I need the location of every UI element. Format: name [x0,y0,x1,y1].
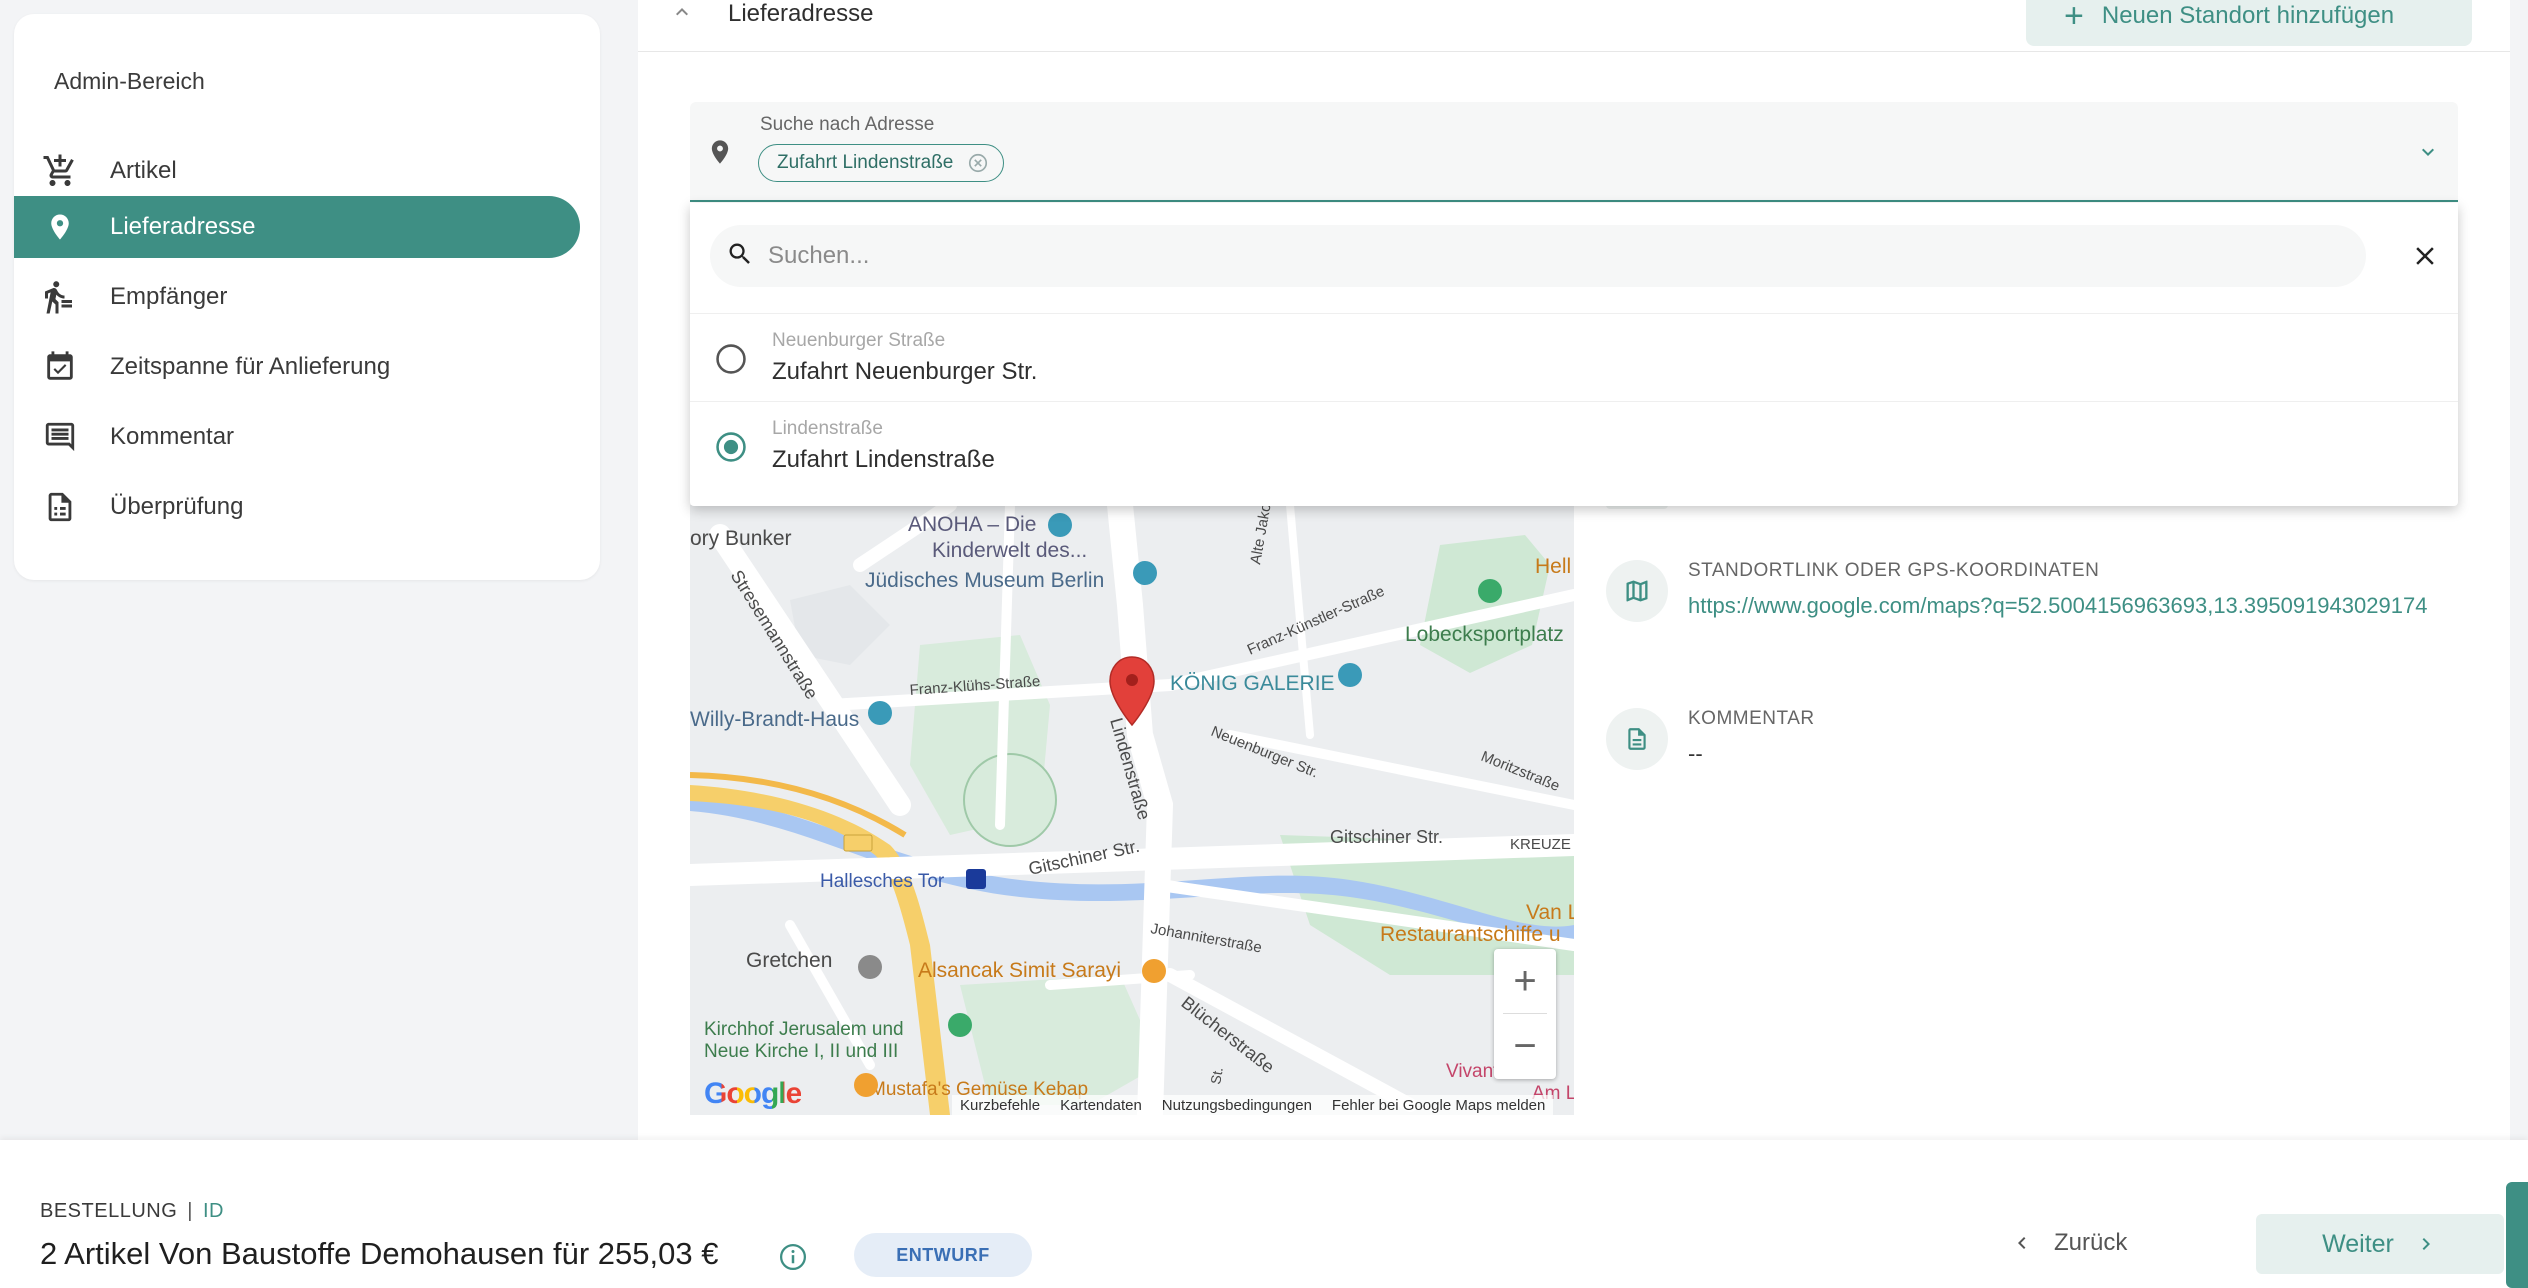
map-pin-icon [40,207,80,247]
cart-plus-icon [40,151,80,191]
sidebar-title: Admin-Bereich [54,68,205,94]
sidebar-item-label: Überprüfung [110,493,244,520]
map-label-anoha: ANOHA – Die [908,513,1036,536]
plus-icon: + [2064,0,2084,35]
sidebar-item-lieferadresse[interactable]: Lieferadresse [14,196,580,258]
document-check-icon [40,487,80,527]
option-street: Lindenstraße [772,418,883,439]
map-label-alsancak: Alsancak Simit Sarayi [918,959,1121,982]
address-field-label: Suche nach Adresse [760,114,935,135]
main-panel: Lieferadresse + Neuen Standort hinzufüge… [638,0,2510,1140]
close-icon[interactable] [2410,241,2440,271]
add-location-label: Neuen Standort hinzufügen [2101,2,2395,29]
document-icon [1606,708,1668,770]
detail-location-link: STANDORTLINK ODER GPS-KOORDINATEN https:… [1606,560,2456,670]
comment-icon [40,417,80,457]
sidebar-item-label: Lieferadresse [110,213,256,240]
next-button[interactable]: Weiter [2256,1214,2504,1274]
map-label-st: St. [1207,1066,1226,1086]
location-link-label: STANDORTLINK ODER GPS-KOORDINATEN [1688,560,2100,581]
order-label-row: BESTELLUNG | ID [40,1200,224,1223]
dropdown-search [710,225,2366,287]
map-footer: Kurzbefehle Kartendaten Nutzungsbedingun… [952,1095,1554,1115]
order-footer: BESTELLUNG | ID 2 Artikel Von Baustoffe De… [0,1140,2528,1288]
map-footer-terms[interactable]: Nutzungsbedingungen [1162,1097,1312,1114]
map-label-lobeck: Lobecksportplatz [1405,623,1564,646]
option-street: Neuenburger Straße [772,330,946,351]
status-badge: ENTWURF [854,1233,1032,1277]
option-label: Zufahrt Lindenstraße [772,446,995,473]
chip-label: Zufahrt Lindenstraße [777,152,954,173]
map-label-anoha2: Kinderwelt des... [932,539,1087,562]
scroll-handle[interactable] [2506,1182,2528,1288]
map-footer-shortcuts[interactable]: Kurzbefehle [960,1097,1040,1114]
search-icon [726,240,754,273]
address-option[interactable]: Lindenstraße Zufahrt Lindenstraße [690,401,2458,489]
remove-chip-icon[interactable] [967,152,989,174]
map-label-kreuz: KREUZE [1510,836,1571,853]
order-id[interactable]: ID [203,1200,224,1222]
sidebar: Admin-Bereich Artikel Lieferadresse Empf… [14,14,600,580]
chevron-up-icon[interactable] [670,0,694,24]
chevron-right-icon [2414,1232,2438,1256]
section-header: Lieferadresse + Neuen Standort hinzufüge… [638,0,2510,52]
map-pin-icon [706,136,734,168]
map-label-gretchen: Gretchen [746,949,832,972]
sidebar-item-label: Zeitspanne für Anlieferung [110,353,391,380]
section-title: Lieferadresse [728,0,874,27]
dropdown-search-input[interactable] [768,242,2268,270]
map-label-willy: Willy-Brandt-Haus [690,708,859,731]
google-logo: Google [704,1077,802,1110]
map-label-van: Van L [1526,901,1574,924]
map-label-museum: Jüdisches Museum Berlin [865,569,1104,592]
sidebar-item-label: Artikel [110,157,177,184]
map[interactable]: ory Bunker ANOHA – Die Kinderwelt des...… [690,505,1574,1115]
chevron-down-icon[interactable] [2416,140,2440,164]
address-search-field[interactable]: Suche nach Adresse Zufahrt Lindenstraße [690,102,2458,202]
map-label-kirchhof2: Neue Kirche I, II und III [704,1041,898,1062]
order-title: 2 Artikel Von Baustoffe Demohausen für 2… [40,1236,719,1271]
map-zoom-control: + − [1494,949,1556,1079]
order-label: BESTELLUNG [40,1200,178,1222]
map-icon [1606,560,1668,622]
sidebar-item-empfaenger[interactable]: Empfänger [14,266,580,328]
person-walking-icon [40,277,80,317]
order-separator: | [187,1200,193,1222]
sidebar-item-artikel[interactable]: Artikel [14,140,580,202]
comment-label: KOMMENTAR [1688,708,1815,729]
selected-address-chip: Zufahrt Lindenstraße [758,144,1005,182]
map-label-bunker: ory Bunker [690,527,792,550]
chevron-left-icon [2010,1231,2034,1255]
calendar-check-icon [40,347,80,387]
sidebar-item-ueberpruefung[interactable]: Überprüfung [14,476,580,538]
radio-checked-icon[interactable] [714,430,748,464]
back-label: Zurück [2054,1229,2128,1256]
next-label: Weiter [2322,1229,2394,1258]
address-dropdown: Neuenburger Straße Zufahrt Neuenburger S… [690,203,2458,506]
option-label: Zufahrt Neuenburger Str. [772,358,1038,385]
sidebar-item-label: Kommentar [110,423,235,450]
detail-comment: KOMMENTAR -- [1606,708,2456,788]
info-icon[interactable] [778,1242,808,1272]
map-label-alte-jakob: Alte Jakobst [1247,505,1278,566]
map-label-hell: Hell [1535,555,1571,578]
location-link[interactable]: https://www.google.com/maps?q=52.5004156… [1688,590,2448,622]
sidebar-item-kommentar[interactable]: Kommentar [14,406,580,468]
radio-unchecked-icon[interactable] [714,342,748,376]
map-label-kirchhof1: Kirchhof Jerusalem und [704,1019,904,1040]
sidebar-item-zeitspanne[interactable]: Zeitspanne für Anlieferung [14,336,580,398]
map-footer-mapdata[interactable]: Kartendaten [1060,1097,1142,1114]
address-option[interactable]: Neuenburger Straße Zufahrt Neuenburger S… [690,313,2458,401]
comment-value: -- [1688,741,1703,766]
map-label-hallesches: Hallesches Tor [820,871,945,892]
map-footer-report[interactable]: Fehler bei Google Maps melden [1332,1097,1545,1114]
zoom-out-button[interactable]: − [1494,1014,1556,1078]
zoom-in-button[interactable]: + [1494,949,1556,1013]
map-label-gitschiner2: Gitschiner Str. [1330,827,1443,847]
map-label-koenig: KÖNIG GALERIE [1170,672,1335,695]
back-button[interactable]: Zurück [2010,1218,2127,1268]
sidebar-item-label: Empfänger [110,283,228,310]
map-label-restaurant: Restaurantschiffe u [1380,923,1561,946]
add-location-button[interactable]: + Neuen Standort hinzufügen [2026,0,2472,46]
